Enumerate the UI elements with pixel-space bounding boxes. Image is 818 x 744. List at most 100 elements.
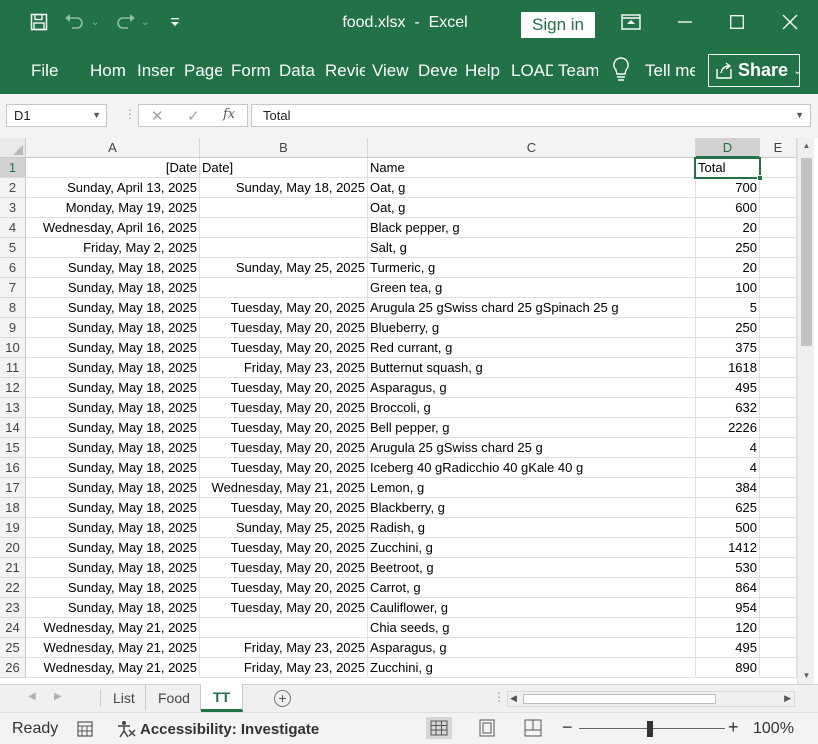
row-header[interactable]: 18	[0, 498, 26, 518]
cell-e[interactable]	[760, 318, 797, 338]
cell-e[interactable]	[760, 358, 797, 378]
cell-c[interactable]: Turmeric, g	[368, 258, 696, 278]
cell-a[interactable]: Sunday, May 18, 2025	[26, 278, 200, 298]
cell-d[interactable]: 890	[696, 658, 760, 678]
tab-insert[interactable]: Inser	[137, 61, 175, 81]
normal-view-icon[interactable]	[426, 717, 452, 739]
cell-d[interactable]: 375	[696, 338, 760, 358]
cell-e[interactable]	[760, 398, 797, 418]
cell-a[interactable]: Sunday, May 18, 2025	[26, 338, 200, 358]
cell-d[interactable]: 1618	[696, 358, 760, 378]
share-button[interactable]: Share ⌄	[708, 54, 802, 87]
row-header[interactable]: 4	[0, 218, 26, 238]
chevron-down-icon[interactable]: ▼	[92, 105, 101, 126]
zoom-in-icon[interactable]: +	[728, 717, 739, 738]
cell-d[interactable]: 954	[696, 598, 760, 618]
cell-b[interactable]: Tuesday, May 20, 2025	[200, 378, 368, 398]
tab-home[interactable]: Hom	[90, 61, 128, 81]
cell-a[interactable]: Wednesday, May 21, 2025	[26, 638, 200, 658]
sheet-tab-list[interactable]: List	[103, 685, 146, 711]
formula-input[interactable]: Total ▼	[251, 104, 811, 127]
cell-b[interactable]: Tuesday, May 20, 2025	[200, 598, 368, 618]
cell-e[interactable]	[760, 558, 797, 578]
vertical-scrollbar[interactable]: ▲ ▼	[797, 138, 814, 684]
horizontal-scrollbar[interactable]: ◀ ▶	[507, 691, 795, 707]
cell-a[interactable]: Sunday, May 18, 2025	[26, 358, 200, 378]
cell-e[interactable]	[760, 478, 797, 498]
cell-b[interactable]: Sunday, May 25, 2025	[200, 258, 368, 278]
row-header[interactable]: 10	[0, 338, 26, 358]
cell-a[interactable]: Wednesday, May 21, 2025	[26, 658, 200, 678]
cell-b[interactable]: Wednesday, May 21, 2025	[200, 478, 368, 498]
spreadsheet-grid[interactable]: A B C D E 1 [Date Date] Name Total 2 Sund…	[0, 138, 818, 684]
cell-b[interactable]: Tuesday, May 20, 2025	[200, 438, 368, 458]
row-header[interactable]: 26	[0, 658, 26, 678]
cell-e[interactable]	[760, 298, 797, 318]
cell-d[interactable]: 4	[696, 458, 760, 478]
cell-e[interactable]	[760, 598, 797, 618]
row-header[interactable]: 13	[0, 398, 26, 418]
row-header[interactable]: 7	[0, 278, 26, 298]
cell-d[interactable]: 495	[696, 378, 760, 398]
sheet-tab-food[interactable]: Food	[148, 685, 201, 711]
cell-b[interactable]: Tuesday, May 20, 2025	[200, 558, 368, 578]
cell-b[interactable]: Friday, May 23, 2025	[200, 358, 368, 378]
enter-icon[interactable]: ✓	[187, 107, 200, 125]
cell-b[interactable]: Tuesday, May 20, 2025	[200, 418, 368, 438]
tab-view[interactable]: View	[372, 61, 410, 81]
cell-c[interactable]: Iceberg 40 gRadicchio 40 gKale 40 g	[368, 458, 696, 478]
tab-review[interactable]: Revie	[325, 61, 365, 81]
cell-c1[interactable]: Name	[368, 158, 696, 178]
cell-b[interactable]: Tuesday, May 20, 2025	[200, 538, 368, 558]
cell-e[interactable]	[760, 538, 797, 558]
minimize-icon[interactable]	[678, 10, 692, 34]
tab-developer[interactable]: Deve	[418, 61, 458, 81]
cell-e[interactable]	[760, 658, 797, 678]
cell-b[interactable]: Tuesday, May 20, 2025	[200, 318, 368, 338]
row-header[interactable]: 2	[0, 178, 26, 198]
cell-e[interactable]	[760, 378, 797, 398]
sheet-tab-tt[interactable]: TT	[201, 684, 243, 712]
cell-c[interactable]: Butternut squash, g	[368, 358, 696, 378]
cell-a[interactable]: Sunday, May 18, 2025	[26, 518, 200, 538]
cell-a[interactable]: Sunday, May 18, 2025	[26, 578, 200, 598]
cell-d[interactable]: 20	[696, 258, 760, 278]
cell-c[interactable]: Beetroot, g	[368, 558, 696, 578]
cell-c[interactable]: Asparagus, g	[368, 638, 696, 658]
undo-icon[interactable]	[64, 10, 86, 34]
cell-e[interactable]	[760, 258, 797, 278]
zoom-level[interactable]: 100%	[753, 720, 794, 738]
cell-e[interactable]	[760, 458, 797, 478]
ribbon-display-options-icon[interactable]	[621, 10, 641, 34]
cell-a[interactable]: Sunday, May 18, 2025	[26, 558, 200, 578]
redo-dropdown-icon[interactable]: ⌄	[141, 10, 149, 34]
cell-a[interactable]: Friday, May 2, 2025	[26, 238, 200, 258]
row-header[interactable]: 5	[0, 238, 26, 258]
cell-b[interactable]	[200, 198, 368, 218]
redo-icon[interactable]	[114, 10, 136, 34]
chevron-down-icon[interactable]: ▼	[795, 105, 804, 126]
cell-d[interactable]: 120	[696, 618, 760, 638]
cell-a[interactable]: Sunday, May 18, 2025	[26, 438, 200, 458]
cell-b[interactable]: Friday, May 23, 2025	[200, 638, 368, 658]
row-header[interactable]: 22	[0, 578, 26, 598]
column-header-a[interactable]: A	[26, 138, 200, 158]
column-header-c[interactable]: C	[368, 138, 696, 158]
cell-a[interactable]: Sunday, May 18, 2025	[26, 538, 200, 558]
cell-a[interactable]: Sunday, April 13, 2025	[26, 178, 200, 198]
cell-e[interactable]	[760, 178, 797, 198]
cell-e1[interactable]	[760, 158, 797, 178]
customize-toolbar-icon[interactable]	[170, 10, 180, 34]
tab-file[interactable]: File	[31, 61, 58, 81]
cell-d[interactable]: 20	[696, 218, 760, 238]
cell-c[interactable]: Black pepper, g	[368, 218, 696, 238]
cell-b[interactable]: Sunday, May 18, 2025	[200, 178, 368, 198]
scroll-right-icon[interactable]: ▶	[784, 693, 791, 704]
cell-c[interactable]: Salt, g	[368, 238, 696, 258]
cell-d[interactable]: 500	[696, 518, 760, 538]
cell-e[interactable]	[760, 278, 797, 298]
cell-e[interactable]	[760, 218, 797, 238]
next-sheet-icon[interactable]: ▶	[54, 691, 62, 702]
cell-c[interactable]: Chia seeds, g	[368, 618, 696, 638]
cell-c[interactable]: Lemon, g	[368, 478, 696, 498]
